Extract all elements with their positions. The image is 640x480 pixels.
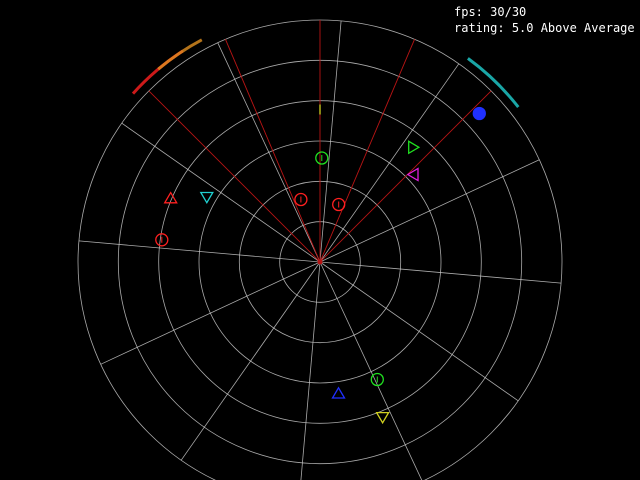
fps-label: fps: [454, 5, 483, 19]
contact-blue-circle-filled [472, 106, 486, 121]
contact-magenta-triangle-left [406, 167, 419, 182]
radar-spoke-3 [319, 159, 540, 263]
scan-line-5 [319, 90, 492, 263]
contact-cyan-triangle-down [199, 191, 214, 204]
scan-line-4 [319, 39, 416, 263]
contact-green-triangle-right [408, 140, 421, 155]
radar-edge-arcs [131, 38, 520, 109]
rating-readout: rating: 5.0 Above Average [454, 21, 635, 35]
game-screen: fps: 30/30 rating: 5.0 Above Average [0, 0, 640, 480]
radar-scan-lines [148, 20, 492, 265]
fps-readout: fps: 30/30 [454, 5, 526, 19]
edge-arc-cyan [467, 57, 520, 109]
radar-spoke-7 [300, 261, 321, 480]
rating-value: 5.0 Above Average [511, 21, 635, 35]
radar-spoke-9 [100, 261, 321, 365]
radar-spoke-2 [319, 63, 460, 263]
radar-center-dot [317, 259, 323, 265]
contact-yellow-triangle-down-bottom [375, 411, 390, 425]
radar-display[interactable] [0, 0, 640, 480]
contact-blue-triangle-up-bottom [331, 386, 346, 399]
radar-spoke-8 [180, 261, 321, 461]
radar-spoke-12 [217, 42, 321, 263]
radar-spoke-6 [319, 261, 423, 480]
fps-value: 30/30 [490, 5, 527, 19]
scan-line-1 [148, 90, 321, 263]
rating-label: rating: [454, 21, 505, 35]
radar-spoke-5 [319, 261, 519, 402]
